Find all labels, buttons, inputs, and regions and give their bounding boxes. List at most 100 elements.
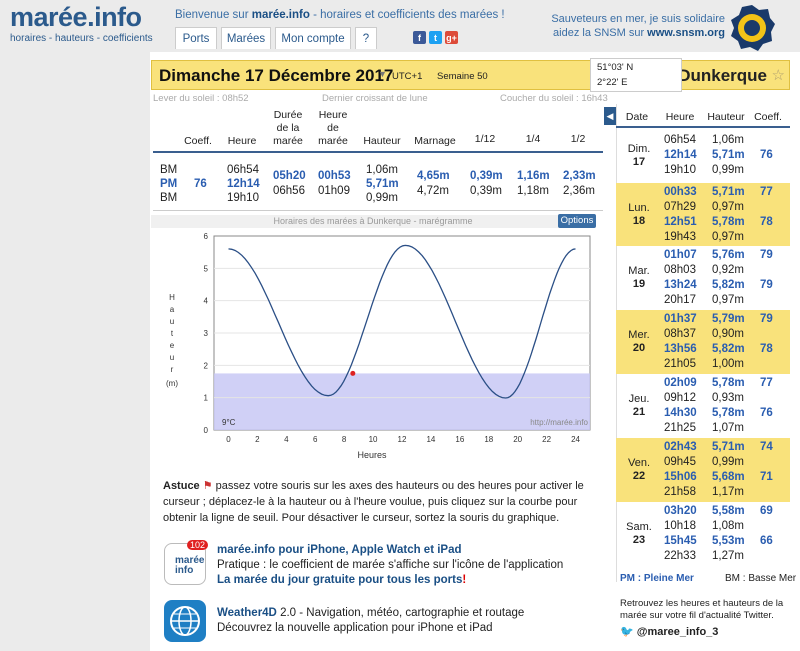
side-header-coeff: Coeff. bbox=[754, 111, 782, 123]
sunset: Coucher du soleil : 16h43 bbox=[500, 93, 608, 104]
side-day-row[interactable]: Dim. 17 06h54 1,06m 12h14 5,71m 76 19h10 0,99m bbox=[616, 128, 790, 183]
side-time: 21h25 bbox=[664, 422, 696, 434]
nav-help[interactable]: ? bbox=[355, 27, 377, 49]
nav-mon-compte[interactable]: Mon compte bbox=[275, 27, 351, 49]
side-time: 15h45 bbox=[664, 535, 697, 547]
side-time: 03h20 bbox=[664, 505, 697, 517]
heure-maree-1: 00h53 bbox=[318, 170, 351, 182]
moon-phase: Dernier croissant de lune bbox=[322, 93, 428, 104]
day-number: 23 bbox=[632, 534, 646, 546]
snsm-link[interactable]: www.snsm.org bbox=[647, 27, 725, 39]
side-height: 5,82m bbox=[712, 279, 745, 291]
legend-pm: PM : Pleine Mer bbox=[620, 573, 694, 584]
twitter-text: Retrouvez les heures et hauteurs de la m… bbox=[620, 598, 784, 621]
coeff-value: 76 bbox=[194, 178, 207, 190]
snsm-logo-icon[interactable] bbox=[728, 4, 776, 52]
day-name: Ven. bbox=[627, 457, 651, 469]
day-name: Sam. bbox=[626, 521, 652, 533]
app2-title-rest: 2.0 - Navigation, météo, cartographie et… bbox=[276, 607, 525, 619]
x-tick-label: 2 bbox=[255, 435, 260, 444]
side-day-row[interactable]: Mar. 19 01h07 5,76m 79 08h03 0,92m 13h24 5,82m 79… bbox=[616, 246, 790, 310]
half-2: 2,36m bbox=[563, 185, 595, 197]
snsm-banner[interactable]: Sauveteurs en mer, je suis solidaire aid… bbox=[545, 12, 725, 40]
app2-title[interactable]: Weather4D 2.0 - Navigation, météo, carto… bbox=[217, 606, 524, 621]
y-axis-letter: t bbox=[171, 329, 174, 338]
side-time: 07h29 bbox=[664, 200, 696, 213]
header-hm-2: de bbox=[327, 122, 339, 134]
site-logo[interactable]: marée.info bbox=[10, 2, 142, 33]
app1-line3-mark: ! bbox=[462, 574, 467, 586]
twitter-icon[interactable]: t bbox=[429, 31, 442, 44]
maree-app-icon[interactable]: marée info 102 bbox=[164, 540, 209, 585]
y-tick-label: 2 bbox=[204, 361, 209, 370]
side-time: 08h37 bbox=[664, 328, 696, 340]
side-time: 01h37 bbox=[664, 313, 697, 325]
day-name: Jeu. bbox=[628, 393, 650, 405]
tide-type-3: BM bbox=[160, 192, 178, 204]
side-coeff: 71 bbox=[760, 471, 773, 483]
header-half: 1/2 bbox=[570, 133, 586, 145]
side-height: 0,99m bbox=[712, 456, 744, 468]
x-axis-label: Heures bbox=[357, 450, 387, 460]
y-axis-letter: H bbox=[169, 293, 175, 302]
nav-ports[interactable]: Ports bbox=[175, 27, 217, 49]
google-plus-icon[interactable]: g+ bbox=[445, 31, 458, 44]
nav-marees[interactable]: Marées bbox=[221, 27, 271, 49]
side-height: 5,78m bbox=[712, 215, 745, 228]
app-promo-maree[interactable]: marée info 102 marée.info pour iPhone, A… bbox=[164, 540, 594, 591]
twelfth-1: 0,39m bbox=[470, 170, 503, 182]
side-day-row[interactable]: Ven. 22 02h43 5,71m 74 09h45 0,99m 15h06 5,68m 71… bbox=[616, 438, 790, 502]
side-height: 0,97m bbox=[712, 230, 744, 243]
marnage-1: 4,65m bbox=[417, 170, 450, 182]
timezone: UTC+1 bbox=[392, 71, 423, 82]
y-tick-label: 5 bbox=[204, 264, 209, 273]
day-name: Mar. bbox=[628, 265, 650, 277]
side-height: 5,53m bbox=[712, 535, 745, 547]
side-coeff: 78 bbox=[760, 215, 773, 228]
side-height: 0,90m bbox=[712, 328, 744, 340]
x-tick-label: 18 bbox=[484, 435, 493, 444]
sunrise: Lever du soleil : 08h52 bbox=[153, 93, 249, 104]
side-coeff: 66 bbox=[760, 535, 773, 547]
side-day-row[interactable]: Jeu. 21 02h09 5,78m 77 09h12 0,93m 14h30 5,78m 76… bbox=[616, 374, 790, 438]
app-promo-weather4d[interactable]: Weather4D 2.0 - Navigation, météo, carto… bbox=[164, 600, 594, 645]
facebook-icon[interactable]: f bbox=[413, 31, 426, 44]
snsm-line2-pre: aidez la SNSM sur bbox=[553, 27, 648, 39]
options-button[interactable]: Options bbox=[558, 214, 596, 228]
side-coeff: 77 bbox=[760, 185, 773, 198]
current-date[interactable]: Dimanche 17 Décembre 2017 bbox=[159, 66, 393, 86]
twitter-link[interactable]: 🐦 @maree_info_3 bbox=[620, 626, 788, 638]
globe-icon[interactable] bbox=[164, 600, 206, 642]
side-day-row[interactable]: Lun. 18 00h33 5,71m 77 07h29 0,97m 12h51 5,78m 78… bbox=[616, 183, 790, 246]
date-dropdown-icon[interactable]: ▼ bbox=[378, 69, 387, 79]
side-day-row[interactable]: Sam. 23 03h20 5,58m 69 10h18 1,08m 15h45 5,53m 66… bbox=[616, 502, 790, 566]
side-coeff: 69 bbox=[760, 505, 773, 517]
tide-chart[interactable]: 01234560 2 4 6 8 10 12 14 16 18 20 22 24HeuresHauteu… bbox=[150, 228, 600, 473]
side-time: 15h06 bbox=[664, 471, 697, 483]
date-bar: Dimanche 17 Décembre 2017 ▼ UTC+1 Semain… bbox=[151, 60, 790, 90]
header-heure-maree: Heure de marée bbox=[313, 109, 353, 148]
collapse-arrow-icon[interactable]: ◀ bbox=[604, 107, 616, 125]
side-height: 1,06m bbox=[712, 134, 744, 146]
side-height: 5,58m bbox=[712, 505, 745, 517]
side-day-row[interactable]: Mer. 20 01h37 5,79m 79 08h37 0,90m 13h56 5,82m 78… bbox=[616, 310, 790, 374]
side-height: 0,99m bbox=[712, 164, 744, 176]
app1-title[interactable]: marée.info pour iPhone, Apple Watch et i… bbox=[217, 543, 462, 558]
header-coeff: Coeff. bbox=[184, 135, 212, 147]
y-axis-letter: u bbox=[170, 353, 174, 362]
side-time: 13h24 bbox=[664, 279, 697, 291]
favorite-star-icon[interactable]: ☆ bbox=[772, 66, 785, 84]
tide-type-1: BM bbox=[160, 164, 178, 176]
header-marnage: Marnage bbox=[414, 135, 456, 147]
twitter-handle: @maree_info_3 bbox=[636, 626, 719, 638]
hauteur-3: 0,99m bbox=[366, 192, 398, 204]
tide-type-2: PM bbox=[160, 178, 178, 190]
logo-tagline: horaires - hauteurs - coefficients bbox=[10, 33, 153, 44]
y-tick-label: 3 bbox=[204, 329, 209, 338]
y-tick-label: 1 bbox=[204, 394, 209, 403]
app1-line3: La marée du jour gratuite pour tous les … bbox=[217, 573, 466, 588]
x-tick-label: 4 bbox=[284, 435, 289, 444]
hauteur-1: 1,06m bbox=[366, 164, 398, 176]
side-height: 1,00m bbox=[712, 358, 744, 370]
header-heure: Heure bbox=[227, 135, 257, 147]
